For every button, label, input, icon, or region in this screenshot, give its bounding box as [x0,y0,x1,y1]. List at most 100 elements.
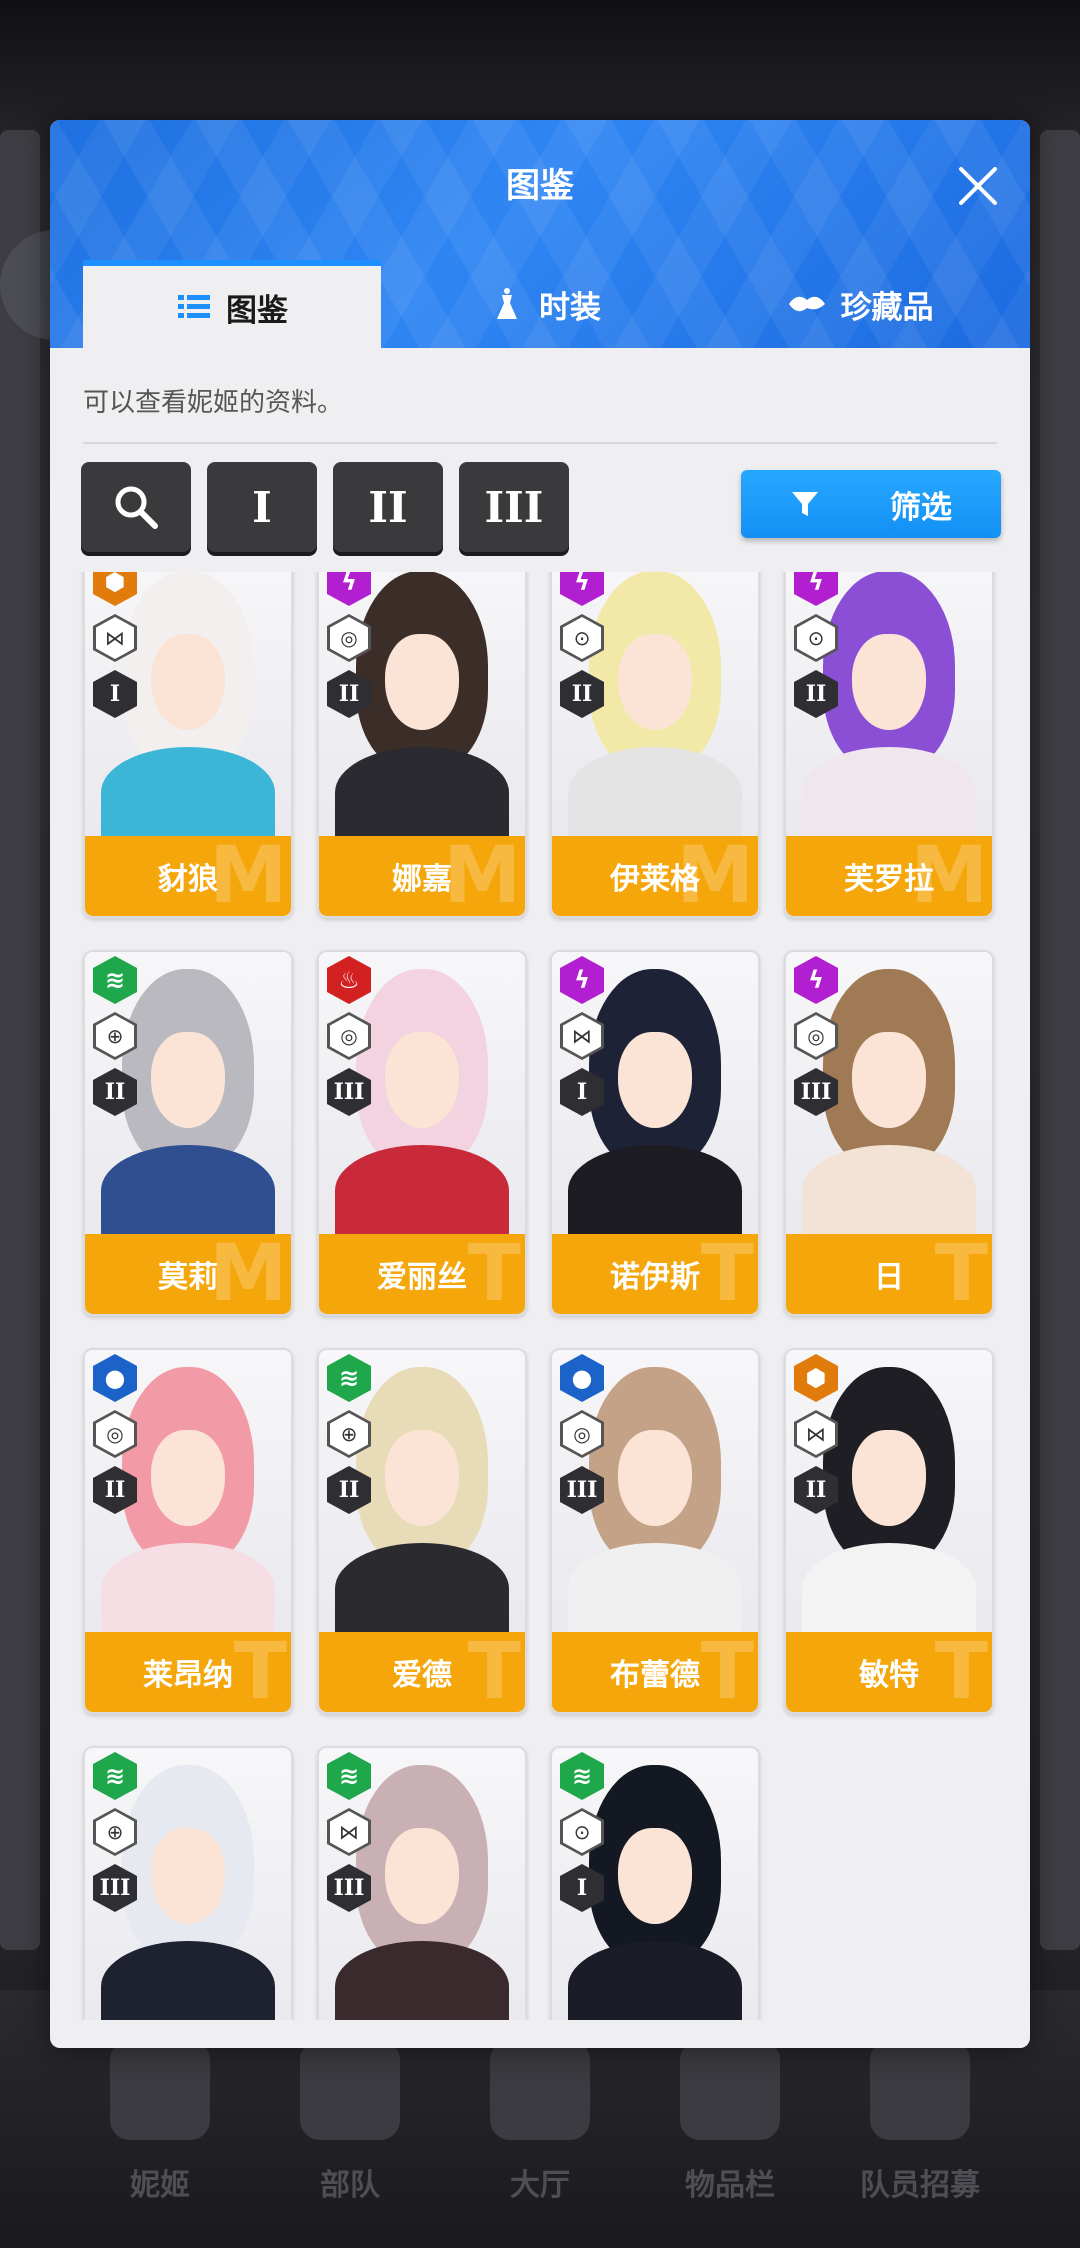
filter-button[interactable]: 筛选 [741,470,1001,538]
wind-element-icon: ≋ [93,1752,137,1800]
character-badges: ⬢ ⋈ I [93,572,137,726]
character-badges: ϟ ◎ III [794,956,838,1124]
water-element-icon: ● [560,1354,604,1402]
burst-filter-1-button[interactable]: I [207,462,317,552]
bg-nav-squad: 部队 [260,2040,440,2204]
character-card[interactable]: ⬢ ⋈ II T 敏特 [784,1348,994,1714]
portrait-body [335,1145,509,1236]
character-name-bar: M 豺狼 [85,836,291,916]
character-badges: ≋ ⊙ I [560,1752,604,1920]
dress-icon [497,288,517,319]
burst-level-badge: III [93,1864,137,1912]
character-card[interactable]: ϟ ⊙ II M 芙罗拉 [784,572,994,918]
inventory-icon [680,2040,780,2140]
character-card[interactable]: ϟ ◎ II M 娜嘉 [317,572,527,918]
character-card[interactable]: ≋ ⊕ II M 莫莉 [83,950,293,1316]
tab-costume[interactable]: 时装 [395,260,695,348]
character-name: 豺狼 [158,862,218,897]
burst-level-badge: II [327,1466,371,1514]
character-badges: ≋ ⊕ III [93,1752,137,1920]
rarity-watermark: M [209,1229,287,1316]
tab-bar: 图鉴 时装 珍藏品 [50,260,1030,348]
burst-filter-3-button[interactable]: III [459,462,569,552]
portrait-face [617,633,693,731]
character-card[interactable]: ≋ ⊕ II T 爱德 [317,1348,527,1714]
target-icon: ⊕ [93,1012,137,1060]
close-button[interactable] [948,156,1008,216]
burst-level-badge: III [794,1068,838,1116]
defender-icon: ⋈ [93,614,137,662]
filter-label: 筛选 [890,489,952,526]
tab-codex[interactable]: 图鉴 [83,260,381,348]
character-name: 莱昂纳 [143,1658,233,1693]
portrait-face [384,633,460,731]
supporter-icon: ◎ [327,1012,371,1060]
character-card[interactable]: ≋ ⊙ I [550,1746,760,2020]
character-card[interactable]: ● ◎ II T 莱昂纳 [83,1348,293,1714]
rarity-watermark: T [934,1627,988,1714]
background-panel [1040,130,1080,1950]
modal-header: 图鉴 图鉴 时装 珍藏品 [50,120,1030,348]
character-card[interactable]: ϟ ⊙ II M 伊莱格 [550,572,760,918]
burst-level-badge: I [93,670,137,718]
squad-icon [300,2040,400,2140]
character-name-bar: M 莫莉 [85,1234,291,1314]
character-card[interactable]: ● ◎ III T 布蕾德 [550,1348,760,1714]
portrait-body [568,1145,742,1236]
bg-nav-recruit: 队员招募 [830,2040,1010,2204]
burst-filter-2-button[interactable]: II [333,462,443,552]
character-card[interactable]: ⬢ ⋈ I M 豺狼 [83,572,293,918]
burst-level-badge: II [93,1068,137,1116]
tab-collection[interactable]: 珍藏品 [710,260,1010,348]
character-card[interactable]: ϟ ◎ III T 日 [784,950,994,1316]
character-badges: ≋ ⋈ III [327,1752,371,1920]
portrait-face [150,1429,226,1527]
rarity-watermark: T [700,1229,754,1316]
portrait-body [568,1543,742,1634]
recruit-icon [870,2040,970,2140]
electric-element-icon: ϟ [794,572,838,606]
defender-icon: ⋈ [327,1808,371,1856]
portrait-face [851,633,927,731]
portrait-face [384,1429,460,1527]
electric-element-icon: ϟ [794,956,838,1004]
burst-level-badge: I [560,1068,604,1116]
search-button[interactable] [81,462,191,552]
portrait-body [101,1145,275,1236]
character-card[interactable]: ϟ ⋈ I T 诺伊斯 [550,950,760,1316]
character-card[interactable]: ♨ ◎ III T 爱丽丝 [317,950,527,1316]
portrait-body [802,1145,976,1236]
portrait-face [150,1827,226,1925]
supporter-icon: ◎ [560,1410,604,1458]
portrait-body [101,1941,275,2020]
bg-nav-lobby: 大厅 [450,2040,630,2204]
rarity-watermark: T [700,1627,754,1714]
electric-element-icon: ϟ [560,956,604,1004]
character-badges: ⬢ ⋈ II [794,1354,838,1522]
list-icon [178,295,210,318]
burst-level-badge: II [93,1466,137,1514]
character-name: 敏特 [859,1658,919,1693]
portrait-face [851,1429,927,1527]
burst-level-badge: II [794,1466,838,1514]
character-card[interactable]: ≋ ⋈ III [317,1746,527,2020]
portrait-body [101,747,275,838]
portrait-body [568,747,742,838]
electric-element-icon: ϟ [327,572,371,606]
wind-element-icon: ≋ [560,1752,604,1800]
burst-level-badge: III [560,1466,604,1514]
rarity-watermark: T [467,1627,521,1714]
portrait-body [802,747,976,838]
character-name: 爱丽丝 [377,1260,467,1295]
character-card[interactable]: ≋ ⊕ III [83,1746,293,2020]
character-name: 布蕾德 [610,1658,700,1693]
character-badges: ϟ ⊙ II [560,572,604,726]
rarity-watermark: M [443,831,521,918]
iron-element-icon: ⬢ [93,572,137,606]
portrait-face [384,1827,460,1925]
character-name-bar: T 敏特 [786,1632,992,1712]
wind-element-icon: ≋ [327,1752,371,1800]
codex-description: 可以查看妮姬的资料。 [83,388,344,418]
character-badges: ϟ ◎ II [327,572,371,726]
character-badges: ≋ ⊕ II [93,956,137,1124]
